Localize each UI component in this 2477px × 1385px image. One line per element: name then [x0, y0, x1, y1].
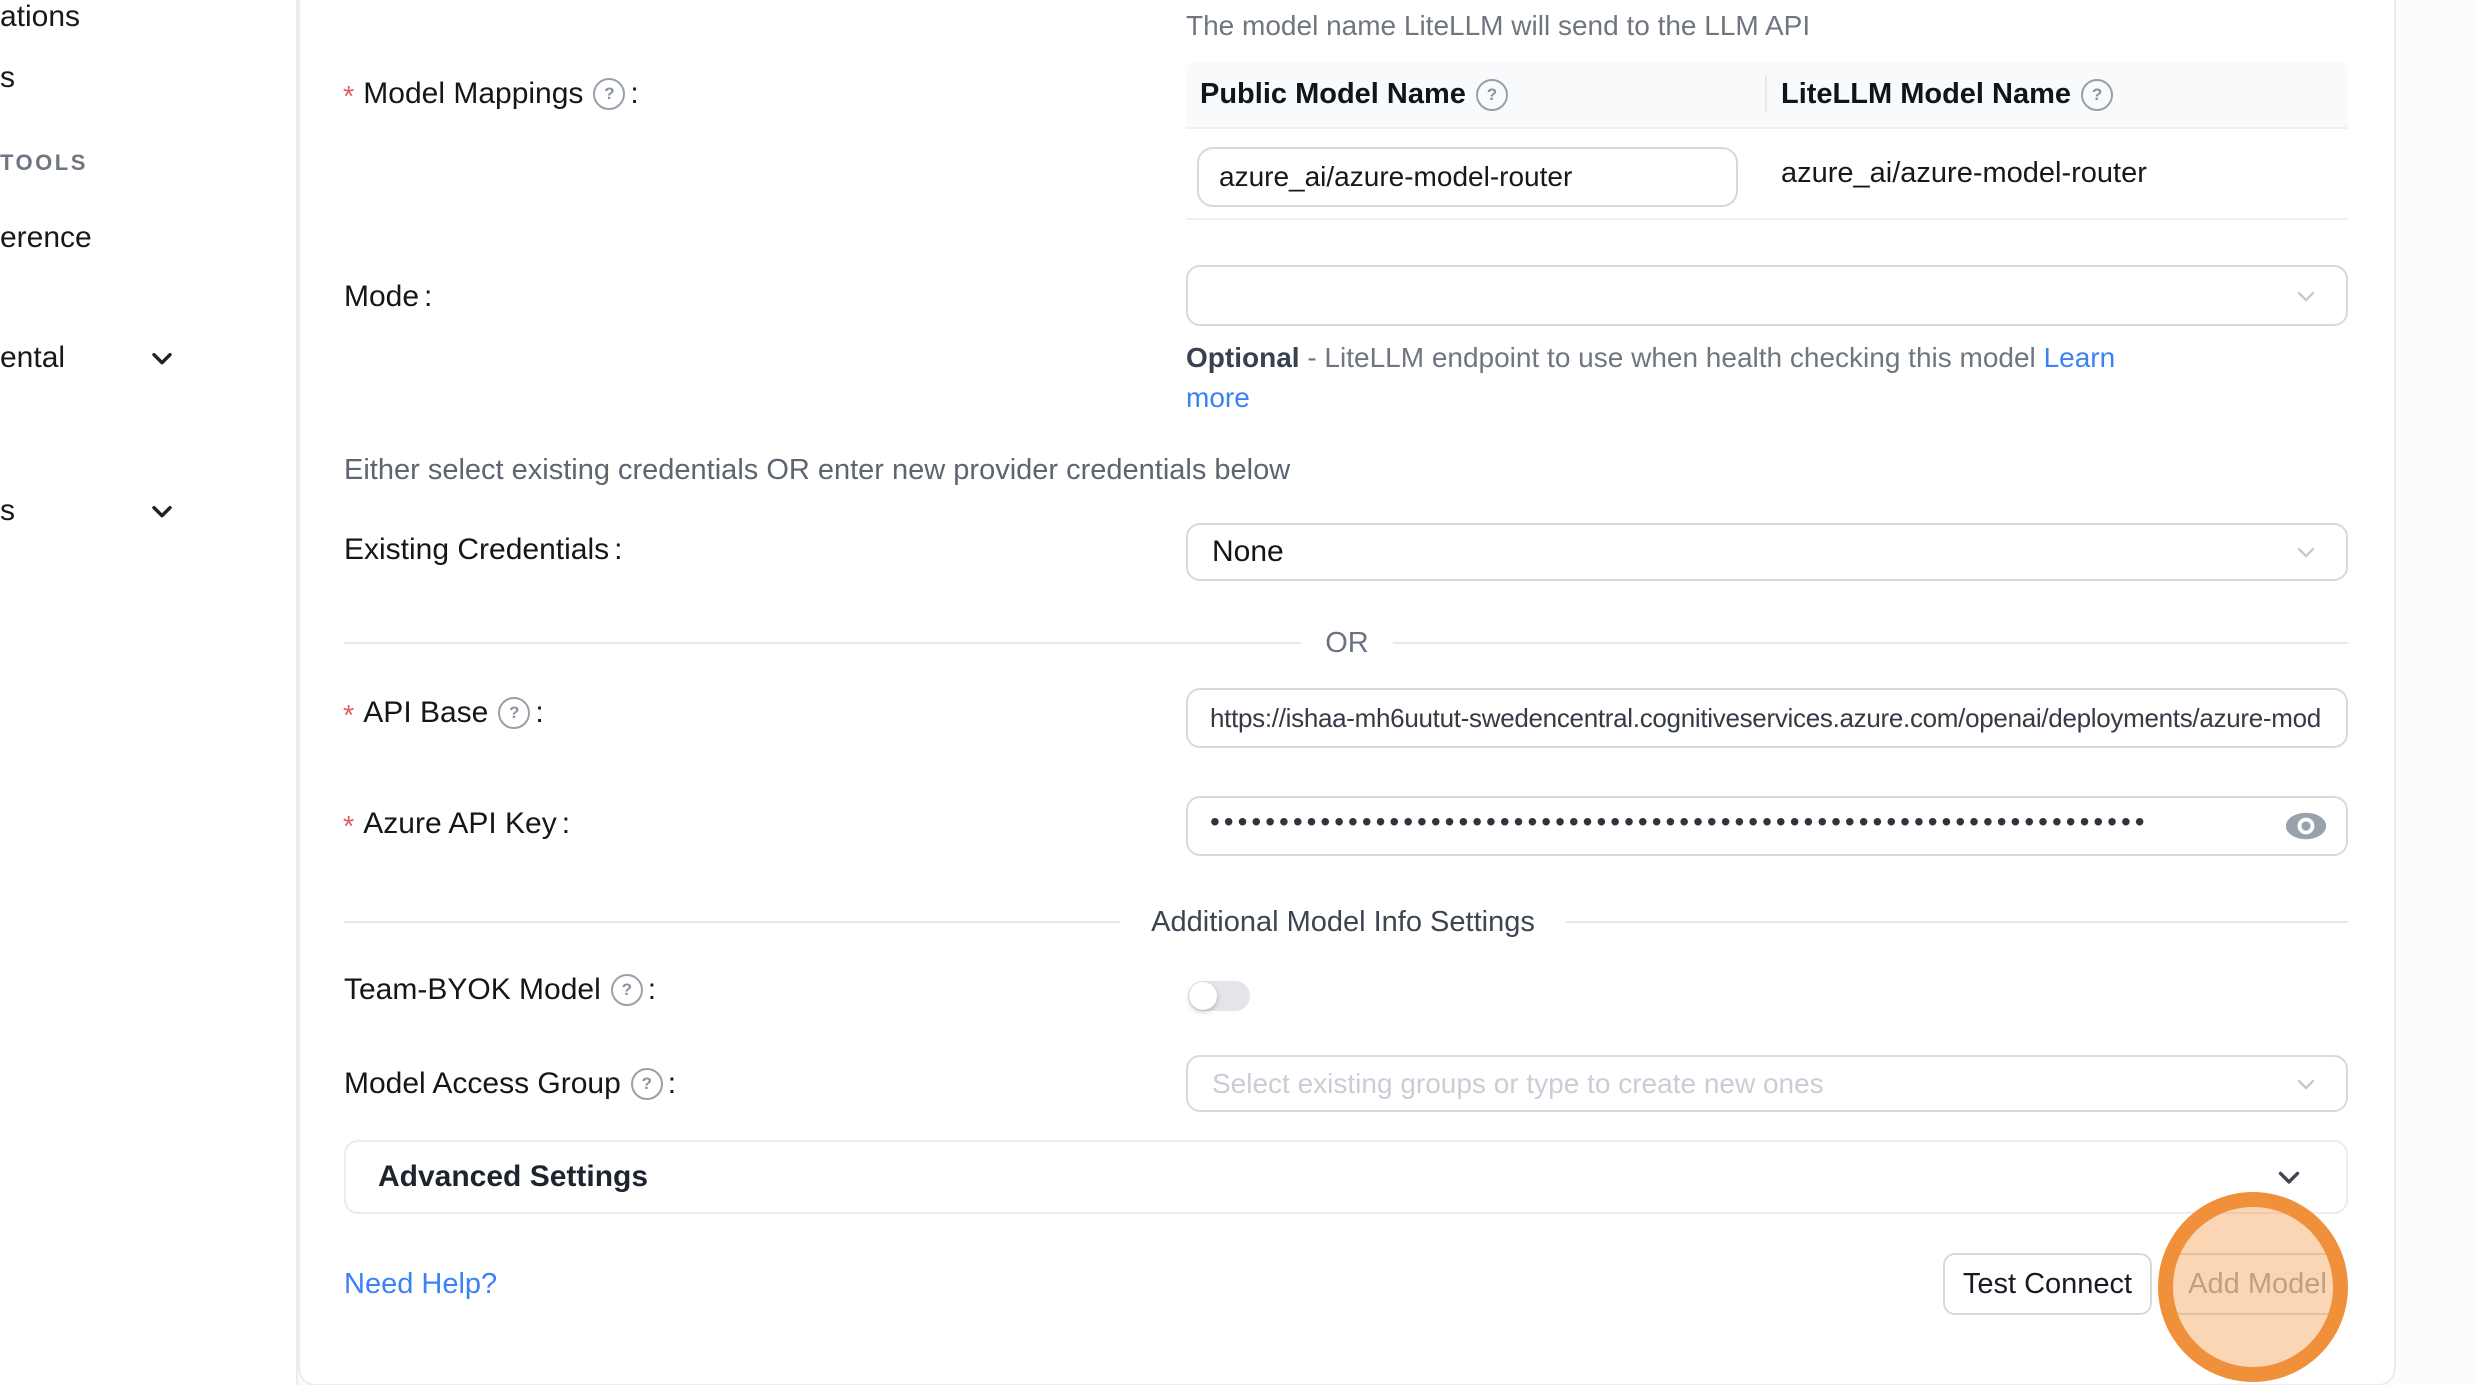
sidebar-item-label: s	[0, 61, 15, 95]
sidebar-item-erence[interactable]: erence	[0, 221, 296, 255]
question-circle-icon[interactable]: ?	[631, 1068, 663, 1100]
question-circle-icon[interactable]: ?	[498, 697, 530, 729]
question-circle-icon[interactable]: ?	[611, 974, 643, 1006]
required-asterisk: *	[343, 811, 354, 844]
model-name-note: The model name LiteLLM will send to the …	[1186, 10, 1810, 42]
chevron-down-icon	[2292, 282, 2320, 310]
sidebar-item-s2[interactable]: s	[0, 494, 296, 528]
chevron-down-icon	[146, 495, 178, 527]
mode-label: Mode :	[344, 280, 432, 314]
add-model-button[interactable]: Add Model	[2170, 1253, 2345, 1315]
mode-select[interactable]	[1186, 265, 2348, 326]
existing-credentials-value: None	[1212, 535, 1284, 569]
or-divider-text: OR	[1325, 627, 1369, 660]
sidebar-item-ations[interactable]: ations	[0, 0, 296, 34]
toggle-knob	[1189, 982, 1217, 1010]
add-model-page: ations s TOOLS erence ental s The model …	[0, 0, 2477, 1385]
additional-divider-line-left	[344, 921, 1120, 923]
table-row: azure_ai/azure-model-router	[1186, 129, 2348, 220]
column-divider	[1765, 76, 1767, 112]
question-circle-icon[interactable]: ?	[593, 78, 625, 110]
model-access-group-placeholder: Select existing groups or type to create…	[1212, 1068, 1824, 1100]
sidebar-item-ental[interactable]: ental	[0, 341, 296, 375]
public-model-name-input[interactable]	[1197, 147, 1738, 207]
question-circle-icon[interactable]: ?	[2081, 79, 2113, 111]
additional-divider-line-right	[1566, 921, 2348, 923]
required-asterisk: *	[343, 700, 354, 733]
team-byok-toggle[interactable]	[1188, 981, 1250, 1011]
table-header-row: Public Model Name ? LiteLLM Model Name ?	[1186, 62, 2348, 129]
mode-helper-text: Optional - LiteLLM endpoint to use when …	[1186, 338, 2176, 418]
masked-api-key-value: ••••••••••••••••••••••••••••••••••••••••…	[1210, 806, 2240, 838]
sidebar-item-label: ations	[0, 0, 80, 34]
api-base-input[interactable]: https://ishaa-mh6uutut-swedencentral.cog…	[1186, 688, 2348, 748]
chevron-down-icon	[2272, 1160, 2306, 1194]
litellm-model-name-value: azure_ai/azure-model-router	[1781, 129, 2147, 218]
model-access-group-label: Model Access Group ? :	[344, 1067, 676, 1101]
azure-api-key-input[interactable]: ••••••••••••••••••••••••••••••••••••••••…	[1186, 796, 2348, 856]
team-byok-label: Team-BYOK Model ? :	[344, 973, 656, 1007]
or-divider-line-right	[1393, 642, 2348, 644]
azure-api-key-label: * Azure API Key :	[343, 807, 570, 841]
existing-credentials-select[interactable]: None	[1186, 523, 2348, 581]
sidebar-item-label: s	[0, 494, 15, 528]
model-mappings-table: Public Model Name ? LiteLLM Model Name ?…	[1186, 62, 2348, 220]
or-divider-line-left	[344, 642, 1301, 644]
eye-icon[interactable]	[2284, 811, 2328, 841]
model-access-group-select[interactable]: Select existing groups or type to create…	[1186, 1055, 2348, 1112]
advanced-settings-title: Advanced Settings	[378, 1160, 648, 1194]
credentials-note: Either select existing credentials OR en…	[344, 454, 1290, 487]
sidebar-item-label: erence	[0, 221, 92, 255]
api-base-value: https://ishaa-mh6uutut-swedencentral.cog…	[1210, 703, 2320, 734]
question-circle-icon[interactable]: ?	[1476, 79, 1508, 111]
model-mappings-label: * Model Mappings ? :	[343, 77, 639, 111]
column-header-public-model-name: Public Model Name ?	[1186, 78, 1767, 111]
chevron-down-icon	[2292, 1070, 2320, 1098]
sidebar-section-tools: TOOLS	[0, 150, 88, 176]
chevron-down-icon	[146, 342, 178, 374]
required-asterisk: *	[343, 81, 354, 114]
additional-divider-text: Additional Model Info Settings	[1151, 906, 1535, 939]
api-base-label: * API Base ? :	[343, 696, 544, 730]
sidebar-item-label: ental	[0, 341, 65, 375]
existing-credentials-label: Existing Credentials :	[344, 533, 622, 567]
chevron-down-icon	[2292, 538, 2320, 566]
column-header-litellm-model-name: LiteLLM Model Name ?	[1767, 78, 2113, 111]
need-help-link[interactable]: Need Help?	[344, 1268, 497, 1301]
sidebar: ations s TOOLS erence ental s	[0, 0, 298, 1385]
advanced-settings-header[interactable]: Advanced Settings	[344, 1140, 2348, 1214]
test-connect-button[interactable]: Test Connect	[1943, 1253, 2152, 1315]
sidebar-item-s1[interactable]: s	[0, 61, 296, 95]
